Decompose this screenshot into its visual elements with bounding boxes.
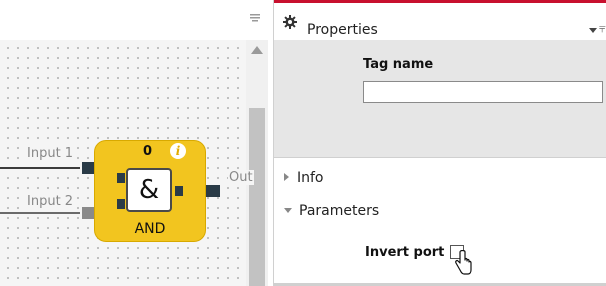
canvas-toolbar-area bbox=[0, 0, 268, 40]
tag-name-label: Tag name bbox=[363, 57, 434, 72]
invert-port-label: Invert port bbox=[365, 245, 445, 260]
output-port[interactable] bbox=[206, 185, 220, 197]
and-block[interactable]: 0 i & AND bbox=[94, 140, 206, 242]
tag-name-input[interactable] bbox=[363, 81, 603, 103]
panel-title: Properties bbox=[307, 22, 378, 38]
input-2-wire[interactable] bbox=[0, 212, 80, 214]
panel-header: Properties ⫧ bbox=[274, 3, 606, 40]
and-symbol-icon: & bbox=[126, 168, 172, 212]
divider bbox=[274, 157, 606, 158]
info-section-label: Info bbox=[297, 170, 324, 186]
input-2-label: Input 2 bbox=[26, 194, 75, 209]
scrollbar-thumb[interactable] bbox=[249, 108, 265, 286]
info-section-toggle[interactable]: Info bbox=[284, 170, 324, 186]
arrow-up-icon[interactable] bbox=[251, 46, 263, 54]
funnel-icon[interactable] bbox=[250, 14, 260, 22]
gear-icon bbox=[283, 15, 297, 29]
chevron-down-icon bbox=[284, 208, 292, 213]
diagram-canvas[interactable]: Input 1 Input 2 Out 0 i & AND bbox=[0, 0, 268, 286]
block-output-connector bbox=[175, 186, 183, 196]
block-input-connector bbox=[117, 173, 125, 183]
chevron-right-icon bbox=[284, 173, 289, 181]
properties-panel: Properties ⫧ Tag name Info Parameters In… bbox=[273, 0, 606, 286]
block-counter: 0 bbox=[143, 144, 153, 159]
tag-name-section: Tag name bbox=[274, 40, 606, 158]
block-input-connector bbox=[117, 199, 125, 209]
input-2-port[interactable] bbox=[82, 207, 94, 219]
input-1-wire[interactable] bbox=[0, 167, 80, 169]
parameters-section-label: Parameters bbox=[299, 203, 380, 219]
dropdown-arrow-icon[interactable] bbox=[589, 28, 597, 33]
block-name: AND bbox=[134, 221, 166, 237]
input-1-label: Input 1 bbox=[26, 146, 75, 161]
output-label: Out bbox=[228, 170, 254, 185]
info-icon[interactable]: i bbox=[170, 143, 186, 159]
parameters-section-toggle[interactable]: Parameters bbox=[284, 203, 379, 219]
vertical-scrollbar[interactable] bbox=[246, 40, 268, 286]
hand-cursor-icon bbox=[455, 250, 472, 275]
input-1-port[interactable] bbox=[82, 162, 94, 174]
pin-icon[interactable]: ⫧ bbox=[599, 21, 606, 36]
